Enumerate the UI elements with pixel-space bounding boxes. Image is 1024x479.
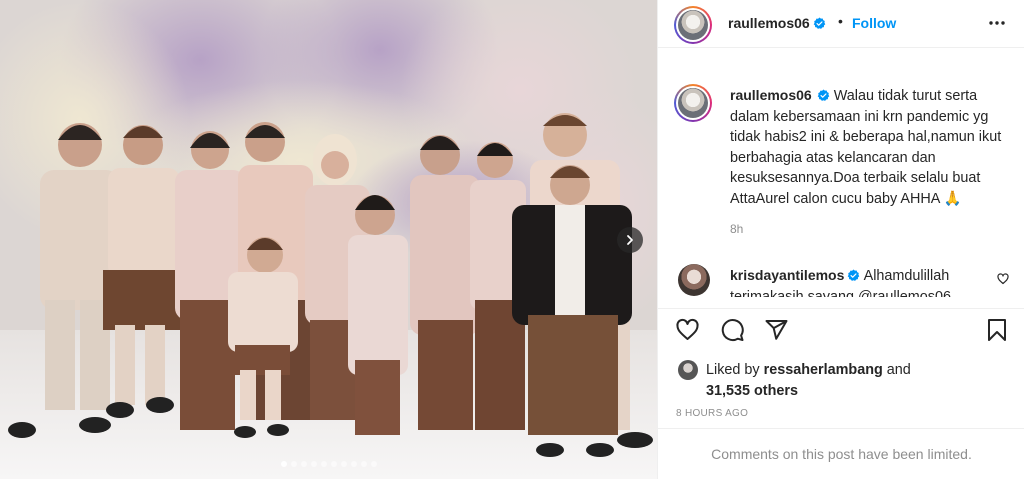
bookmark-icon[interactable] (986, 318, 1008, 342)
author-username[interactable]: raullemos06 (728, 15, 826, 33)
verified-badge-icon (813, 17, 826, 29)
carousel-dot (290, 461, 297, 467)
carousel-dot (280, 461, 287, 467)
post-photo[interactable] (0, 0, 657, 479)
carousel-indicator (0, 461, 657, 467)
chevron-right-icon (627, 235, 633, 245)
likes-joiner: and (886, 362, 911, 378)
verified-badge-icon (848, 269, 860, 281)
carousel-dot (350, 461, 357, 467)
caption-author-avatar[interactable] (674, 84, 712, 122)
carousel-dot (330, 461, 337, 467)
follow-button[interactable]: Follow (852, 15, 896, 31)
carousel-dot (310, 461, 317, 467)
caption-time[interactable]: 8h (730, 222, 743, 236)
group-photo-image (0, 0, 657, 479)
likes-others[interactable]: 31,535 others (706, 383, 798, 399)
comment-like-heart-icon[interactable] (997, 273, 1009, 285)
share-icon[interactable] (764, 318, 789, 342)
likes-summary: Liked by ressaherlambang and 31,535 othe… (706, 360, 936, 401)
post-details-panel: raullemos06 • Follow raullemos06 Walau t… (657, 0, 1024, 479)
commenter-username[interactable]: krisdayantilemos (730, 267, 844, 283)
carousel-dot (340, 461, 347, 467)
carousel-dot (320, 461, 327, 467)
comment-item: krisdayantilemos Alhamdulillah terimakas… (730, 265, 980, 297)
carousel-dot (370, 461, 377, 467)
verified-badge-icon (817, 89, 830, 101)
next-slide-button[interactable] (617, 227, 643, 253)
more-options-icon[interactable] (988, 20, 1006, 26)
carousel-dot (360, 461, 367, 467)
commenter-avatar[interactable] (678, 264, 710, 296)
heart-icon[interactable] (675, 318, 700, 342)
comments-limited-notice: Comments on this post have been limited. (658, 428, 1024, 479)
header-separator: • (838, 13, 843, 29)
post-caption: raullemos06 Walau tidak turut serta dala… (730, 85, 1016, 210)
action-bar (658, 308, 1024, 350)
comment-icon[interactable] (720, 318, 745, 342)
post-timestamp[interactable]: 8 HOURS AGO (676, 408, 748, 419)
author-username-text[interactable]: raullemos06 (728, 15, 810, 31)
caption-author-username[interactable]: raullemos06 (730, 87, 812, 103)
post-header: raullemos06 • Follow (658, 0, 1024, 48)
caption-text: Walau tidak turut serta dalam kebersamaa… (730, 88, 1002, 207)
likes-prefix: Liked by (706, 362, 760, 378)
carousel-dot (300, 461, 307, 467)
liker-avatar[interactable] (678, 360, 698, 380)
liker-username[interactable]: ressaherlambang (764, 362, 883, 378)
author-avatar[interactable] (674, 6, 712, 44)
